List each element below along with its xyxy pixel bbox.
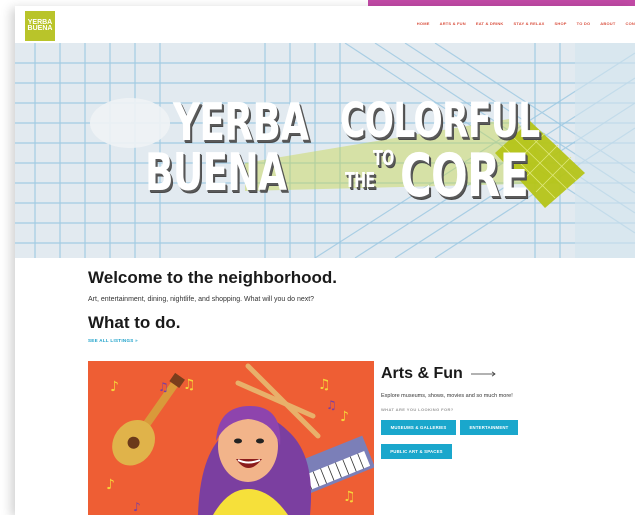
nav-to-do[interactable]: TO DO <box>577 21 591 26</box>
svg-text:♪: ♪ <box>340 409 349 425</box>
nav-shop[interactable]: SHOP <box>555 21 567 26</box>
svg-text:♫: ♫ <box>326 398 337 412</box>
welcome-heading: Welcome to the neighborhood. <box>88 268 338 287</box>
hero-banner: YERBA BUENA COLORFUL TO THE CORE <box>15 43 635 258</box>
entertainment-button[interactable]: ENTERTAINMENT <box>460 420 518 435</box>
public-art-spaces-button[interactable]: PUBLIC ART & SPACES <box>381 444 452 459</box>
museums-galleries-button[interactable]: MUSEUMS & GALLERIES <box>381 420 456 435</box>
nav-eat-drink[interactable]: EAT & DRINK <box>476 21 504 26</box>
hero-word-the: THE <box>345 168 375 192</box>
site-header: YERBA BUENA HOME ARTS & FUN EAT & DRINK … <box>15 8 635 43</box>
main-nav: HOME ARTS & FUN EAT & DRINK STAY & RELAX… <box>417 21 635 26</box>
what-to-do-heading: What to do. <box>88 313 181 332</box>
svg-text:♫: ♫ <box>318 377 331 393</box>
nav-stay-relax[interactable]: STAY & RELAX <box>514 21 545 26</box>
arts-fun-description: Explore museums, shows, movies and so mu… <box>381 393 513 399</box>
nav-about[interactable]: ABOUT <box>600 21 615 26</box>
city-map-background <box>15 43 635 258</box>
hero-word-to: TO <box>373 146 394 170</box>
svg-text:♪: ♪ <box>110 379 119 395</box>
hero-word-core: CORE <box>400 141 529 211</box>
svg-text:♫: ♫ <box>183 377 196 393</box>
nav-arts-fun[interactable]: ARTS & FUN <box>440 21 466 26</box>
svg-text:♫: ♫ <box>158 380 169 394</box>
nav-contact[interactable]: CON <box>626 21 635 26</box>
arrow-right-icon <box>470 371 496 377</box>
arts-fun-heading-label: Arts & Fun <box>381 365 463 382</box>
see-all-listings-link[interactable]: SEE ALL LISTINGS » <box>88 338 138 343</box>
welcome-subtitle: Art, entertainment, dining, nightlife, a… <box>88 296 315 303</box>
svg-text:♪: ♪ <box>133 500 141 514</box>
hero-word-buena: BUENA <box>145 143 287 203</box>
looking-for-label: WHAT ARE YOU LOOKING FOR? <box>381 407 454 412</box>
svg-text:♫: ♫ <box>343 489 356 505</box>
yerba-buena-logo[interactable]: YERBA BUENA <box>25 11 55 41</box>
illustration-art: ♪ ♫♪ ♫♪♫ ♫♪♫ <box>88 361 374 515</box>
nav-home[interactable]: HOME <box>417 21 430 26</box>
logo-line-2: BUENA <box>27 25 53 32</box>
arts-fun-illustration[interactable]: ♪ ♫ ♪ ♫ ♪ ♫ ♫ ♪ ♫ <box>88 361 374 515</box>
arts-fun-heading[interactable]: Arts & Fun <box>381 365 497 383</box>
svg-text:♪: ♪ <box>106 477 115 493</box>
